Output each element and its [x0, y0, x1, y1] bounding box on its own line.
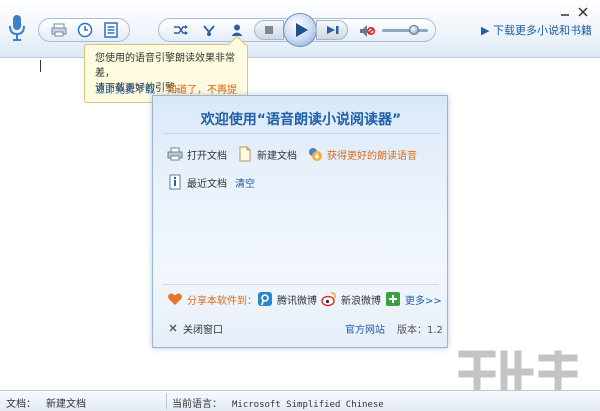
open-document-label: 打开文档: [187, 150, 227, 162]
volume-slider[interactable]: [382, 25, 428, 35]
status-language-label: 当前语言：: [172, 399, 222, 410]
tencent-weibo-icon: [258, 292, 272, 306]
mute-icon[interactable]: [356, 21, 378, 41]
heart-icon: [168, 293, 182, 305]
status-document: 文档： 新建文档: [6, 395, 86, 410]
status-language: 当前语言： Microsoft Simplified Chinese: [172, 395, 384, 410]
better-voice-label: 获得更好的朗读语音: [327, 150, 417, 162]
tencent-weibo-button[interactable]: 腾讯微博: [257, 291, 317, 307]
close-dialog-label: 关闭窗口: [183, 324, 223, 336]
minimize-icon[interactable]: [558, 6, 572, 18]
play-icon: [296, 23, 308, 37]
open-document-button[interactable]: 打开文档: [167, 146, 227, 162]
welcome-dialog: 欢迎使用“语音朗读小说阅读器” 打开文档 新建文档 获得更好的朗读语音 最近文档…: [152, 95, 448, 348]
next-icon: [327, 26, 339, 34]
dialog-title: 欢迎使用“语音朗读小说阅读器”: [200, 112, 402, 128]
voice-download-icon: [309, 148, 322, 161]
new-document-icon: [239, 146, 251, 162]
better-voice-link[interactable]: 获得更好的朗读语音: [307, 146, 417, 162]
tencent-weibo-label: 腾讯微博: [277, 295, 317, 307]
plus-icon: [386, 292, 400, 306]
new-document-label: 新建文档: [257, 150, 297, 162]
next-button[interactable]: [316, 20, 348, 40]
more-share-button[interactable]: 更多>>: [385, 291, 442, 307]
print-icon: [167, 147, 183, 161]
tooltip-line-1: 您使用的语音引擎朗读效果非常差，: [95, 53, 235, 79]
dialog-divider: [163, 133, 439, 134]
status-document-label: 文档：: [6, 399, 36, 410]
recent-documents-label: 最近文档: [187, 178, 227, 190]
close-icon[interactable]: [576, 6, 590, 18]
stop-button[interactable]: [254, 20, 284, 40]
close-x-icon: [169, 324, 177, 332]
play-button[interactable]: [283, 13, 317, 47]
share-label-text: 分享本软件到：: [187, 295, 257, 307]
voice-icon[interactable]: [198, 20, 220, 40]
close-dialog-button[interactable]: 关闭窗口: [167, 320, 223, 336]
clear-recent-link[interactable]: 清空: [235, 174, 255, 190]
stop-icon: [265, 26, 273, 34]
status-separator: [166, 393, 167, 409]
status-document-value: 新建文档: [46, 399, 86, 410]
sina-weibo-icon: [321, 292, 336, 307]
text-caret: [40, 60, 41, 72]
more-share-label: 更多>>: [405, 295, 442, 307]
version-label: 版本：1.2: [397, 324, 443, 336]
free-download-link[interactable]: 立即免费下载: [95, 85, 155, 96]
status-language-value: Microsoft Simplified Chinese: [232, 400, 384, 410]
share-label: 分享本软件到：: [167, 291, 257, 307]
download-more-link[interactable]: ▶ 下载更多小说和书籍: [481, 22, 592, 38]
info-icon: [169, 174, 181, 190]
clock-icon[interactable]: [74, 20, 96, 40]
sina-weibo-label: 新浪微博: [341, 295, 381, 307]
shuffle-icon[interactable]: [170, 20, 192, 40]
sina-weibo-button[interactable]: 新浪微博: [321, 291, 381, 307]
microphone-icon[interactable]: [8, 14, 26, 42]
document-list-icon[interactable]: [100, 20, 122, 40]
new-document-button[interactable]: 新建文档: [237, 146, 297, 162]
status-bar: 文档： 新建文档 当前语言： Microsoft Simplified Chines…: [0, 390, 600, 411]
share-divider: [163, 284, 439, 285]
official-site-link[interactable]: 官方网站: [345, 320, 385, 336]
print-icon[interactable]: [48, 20, 70, 40]
recent-documents-button[interactable]: 最近文档: [167, 174, 227, 190]
